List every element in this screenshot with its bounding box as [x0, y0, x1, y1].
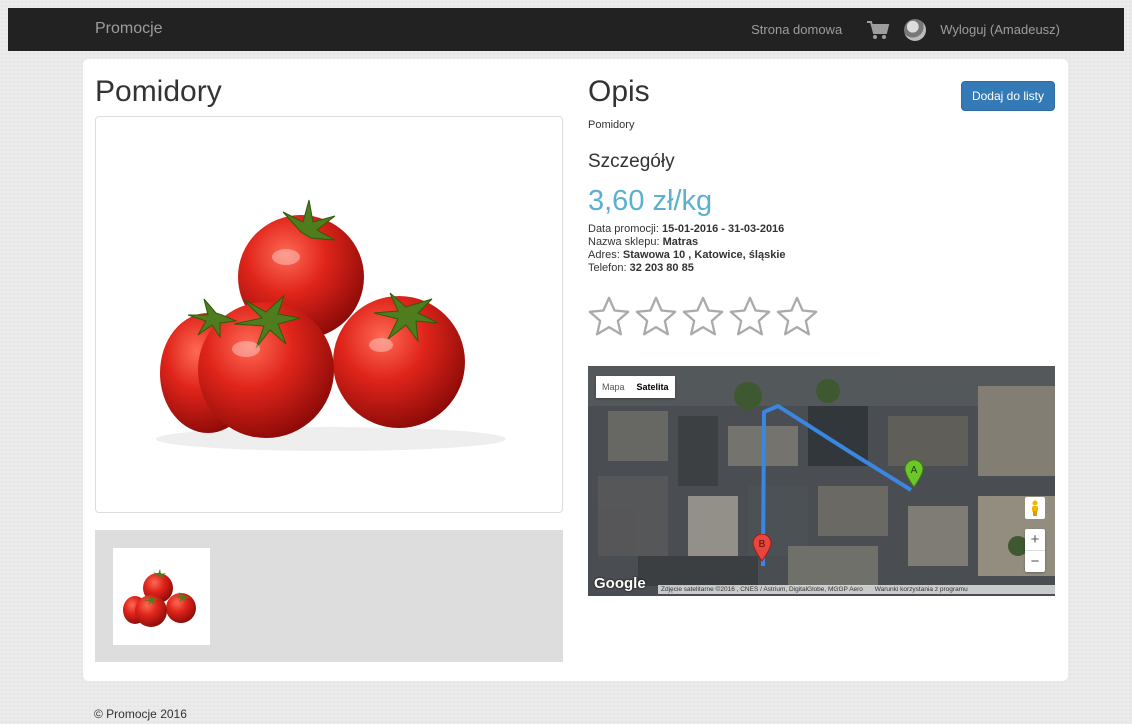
- promo-date-row: Data promocji: 15-01-2016 - 31-03-2016: [588, 223, 786, 236]
- zoom-out-button[interactable]: −: [1025, 551, 1045, 572]
- pegman-figure-icon: [1032, 500, 1038, 516]
- navbar-brand[interactable]: Promocje: [95, 20, 163, 38]
- google-logo: Google: [594, 575, 646, 592]
- satellite-map-image: [588, 366, 1055, 596]
- navbar-right: Strona domowa Wyloguj (Amadeusz): [751, 8, 1060, 51]
- star-outline-icon[interactable]: [727, 294, 773, 340]
- cart-icon[interactable]: [866, 19, 890, 41]
- map-type-map-button[interactable]: Mapa: [596, 376, 631, 398]
- pegman-icon[interactable]: [1025, 497, 1045, 519]
- zoom-control: + −: [1025, 529, 1045, 572]
- shop-name-value: Matras: [662, 236, 699, 248]
- marker-b-label: B: [759, 539, 766, 550]
- phone-value: 32 203 80 85: [629, 262, 694, 274]
- phone-label: Telefon:: [588, 262, 627, 274]
- promo-date-label: Data promocji:: [588, 223, 659, 235]
- product-thumbnail[interactable]: [113, 548, 210, 645]
- top-navbar: Promocje Strona domowa Wyloguj (Amadeusz…: [8, 8, 1124, 51]
- star-outline-icon[interactable]: [680, 294, 726, 340]
- marker-a-label: A: [911, 465, 918, 476]
- star-rating: [586, 294, 821, 340]
- map-widget[interactable]: A B Mapa Satelita + − Google Zdjęcie sat…: [588, 366, 1055, 596]
- avatar[interactable]: [904, 18, 927, 41]
- footer-copyright: © Promocje 2016: [94, 707, 187, 721]
- tomatoes-thumbnail-image: [123, 569, 196, 627]
- address-row: Adres: Stawowa 10 , Katowice, śląskie: [588, 249, 786, 262]
- promo-info: Data promocji: 15-01-2016 - 31-03-2016 N…: [588, 223, 786, 275]
- product-title: Pomidory: [95, 75, 222, 108]
- address-value: Stawowa 10 , Katowice, śląskie: [622, 249, 786, 261]
- product-panel: Pomidory Opis Dodaj do listy Pomidory Sz…: [83, 59, 1068, 681]
- map-terms-link[interactable]: Warunki korzystania z programu: [875, 586, 968, 593]
- product-main-image[interactable]: [95, 116, 563, 513]
- description-text: Pomidory: [588, 119, 635, 131]
- tomatoes-image: [156, 199, 506, 451]
- description-heading: Opis: [588, 75, 650, 108]
- map-type-control: Mapa Satelita: [596, 376, 675, 398]
- price: 3,60 zł/kg: [588, 185, 713, 217]
- map-type-satellite-button[interactable]: Satelita: [631, 376, 675, 398]
- details-heading: Szczegóły: [588, 151, 675, 172]
- promo-date-value: 15-01-2016 - 31-03-2016: [661, 223, 785, 235]
- map-marker-a-icon[interactable]: A: [904, 460, 924, 488]
- address-label: Adres:: [588, 249, 620, 261]
- star-outline-icon[interactable]: [633, 294, 679, 340]
- map-marker-b-icon[interactable]: B: [752, 534, 772, 562]
- phone-row: Telefon: 32 203 80 85: [588, 262, 786, 275]
- map-attribution: Zdjęcie satelitarne ©2016 , CNES / Astri…: [658, 585, 1055, 594]
- zoom-in-button[interactable]: +: [1025, 529, 1045, 550]
- home-link[interactable]: Strona domowa: [751, 22, 842, 37]
- logout-link[interactable]: Wyloguj (Amadeusz): [940, 22, 1060, 37]
- star-outline-icon[interactable]: [586, 294, 632, 340]
- add-to-list-button[interactable]: Dodaj do listy: [961, 81, 1055, 111]
- map-attribution-text: Zdjęcie satelitarne ©2016 , CNES / Astri…: [661, 586, 863, 593]
- shop-name-row: Nazwa sklepu: Matras: [588, 236, 786, 249]
- shop-name-label: Nazwa sklepu:: [588, 236, 660, 248]
- star-outline-icon[interactable]: [774, 294, 820, 340]
- thumbnail-strip: [95, 530, 563, 662]
